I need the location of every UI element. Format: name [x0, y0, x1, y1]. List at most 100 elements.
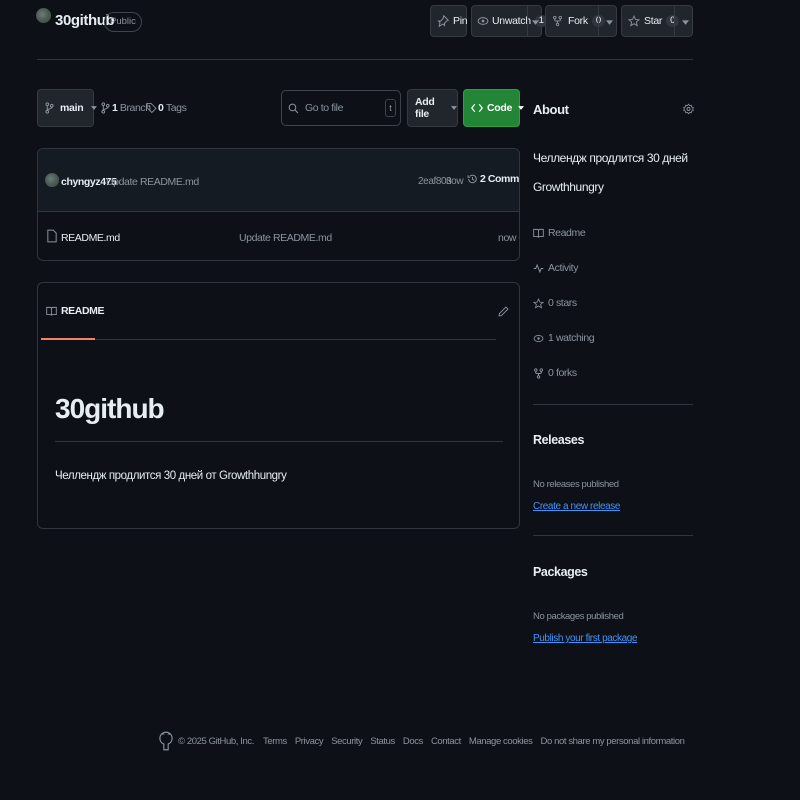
about-stat-label: Readme: [548, 227, 586, 239]
readme-body: Челлендж продлится 30 дней от Growthhung…: [55, 470, 287, 482]
fork-label: Fork: [568, 15, 588, 27]
footer-link-terms[interactable]: Terms: [263, 736, 287, 747]
releases-title[interactable]: Releases: [533, 433, 584, 447]
header-divider: [37, 59, 693, 60]
author-avatar[interactable]: [45, 173, 59, 187]
branch-icon: [101, 102, 110, 114]
footer-link-docs[interactable]: Docs: [403, 736, 423, 747]
history-icon: [467, 174, 477, 184]
branches-count: 1: [112, 102, 118, 114]
readme-heading-rule: [55, 441, 503, 442]
sidebar-divider: [533, 404, 693, 405]
commit-time: now: [446, 176, 464, 187]
footer-link-security[interactable]: Security: [331, 736, 363, 747]
chevron-down-icon[interactable]: [606, 20, 613, 25]
keyboard-shortcut-hint: t: [385, 99, 396, 117]
file-name[interactable]: README.md: [61, 232, 120, 244]
go-to-file-input[interactable]: Go to file t: [281, 90, 401, 126]
commit-message[interactable]: Update README.md: [106, 176, 199, 188]
tag-icon: [146, 103, 157, 114]
readme-tab[interactable]: README: [46, 305, 105, 317]
tags-count: 0: [158, 102, 164, 114]
book-icon: [46, 306, 57, 316]
about-description-line2: Growthhungry: [533, 180, 604, 194]
pin-button[interactable]: Pin: [430, 5, 468, 37]
file-browser: chyngyz475 Update README.md 2eaf803 · no…: [37, 148, 520, 261]
star-icon: [628, 15, 640, 27]
gear-icon[interactable]: [683, 102, 694, 116]
chevron-down-icon: [451, 106, 457, 110]
star-button[interactable]: Star 0: [621, 5, 693, 37]
releases-empty-text: No releases published: [533, 479, 619, 490]
branch-icon: [45, 102, 54, 114]
pin-icon: [437, 15, 449, 27]
fork-button[interactable]: Fork 0: [545, 5, 617, 37]
commits-label: Commits: [487, 173, 519, 185]
about-stat-label: 0 stars: [548, 297, 577, 309]
about-stat-watching[interactable]: 1 watching: [533, 332, 595, 344]
create-release-link[interactable]: Create a new release: [533, 501, 620, 512]
readme-box: README 30github Челлендж продлится 30 дн…: [37, 282, 520, 529]
star-label: Star: [644, 15, 663, 27]
unwatch-label: Unwatch: [492, 15, 531, 27]
repo-header: 30github Public Pin Unwatch 1 Fork 0 Sta…: [0, 0, 800, 60]
pin-label: Pin: [453, 15, 468, 27]
file-commit-message[interactable]: Update README.md: [239, 232, 332, 244]
publish-package-link[interactable]: Publish your first package: [533, 633, 638, 644]
about-stat-label: Activity: [548, 262, 579, 274]
fork-icon: [534, 367, 543, 379]
unwatch-button[interactable]: Unwatch 1: [471, 5, 548, 37]
search-icon: [288, 103, 299, 113]
code-button[interactable]: Code: [463, 89, 525, 127]
footer-link-do-not-share[interactable]: Do not share my personal information: [540, 736, 684, 747]
packages-title[interactable]: Packages: [533, 565, 588, 579]
tags-label: Tags: [165, 102, 187, 114]
pulse-icon: [533, 263, 544, 273]
readme-tab-divider: [95, 339, 496, 340]
github-logo-icon[interactable]: [159, 730, 173, 752]
star-icon: [533, 297, 544, 309]
about-stat-readme[interactable]: Readme: [533, 227, 586, 239]
about-title: About: [533, 102, 569, 117]
packages-empty-text: No packages published: [533, 611, 624, 622]
about-stat-activity[interactable]: Activity: [533, 262, 578, 274]
branches-link[interactable]: 1 Branch: [101, 102, 151, 114]
commits-link[interactable]: 2 Commits: [467, 173, 519, 185]
commits-count: 2: [480, 173, 486, 185]
about-description-line1: Челлендж продлится 30 дней: [533, 151, 688, 165]
footer: © 2025 GitHub, Inc. Terms Privacy Securi…: [159, 730, 685, 752]
edit-pencil-icon[interactable]: [498, 305, 509, 318]
footer-link-manage-cookies[interactable]: Manage cookies: [469, 736, 533, 747]
about-stat-forks[interactable]: 0 forks: [533, 367, 577, 379]
footer-link-privacy[interactable]: Privacy: [295, 736, 324, 747]
chevron-down-icon: [518, 106, 525, 110]
about-stat-label: 0 forks: [548, 367, 577, 379]
latest-commit-bar: chyngyz475 Update README.md 2eaf803 · no…: [38, 149, 519, 212]
eye-icon: [477, 17, 489, 25]
branch-selector[interactable]: main: [37, 89, 98, 127]
add-file-label: Add file: [415, 96, 435, 120]
file-row[interactable]: README.md Update README.md now: [38, 213, 519, 260]
owner-avatar[interactable]: [36, 8, 51, 23]
readme-heading: 30github: [55, 393, 165, 424]
fork-icon: [553, 15, 562, 27]
about-stat-stars[interactable]: 0 stars: [533, 297, 577, 309]
chevron-down-icon[interactable]: [682, 20, 689, 25]
tags-link[interactable]: 0 Tags: [146, 102, 187, 114]
sidebar-divider: [533, 535, 693, 536]
readme-tab-label: README: [61, 305, 105, 317]
readme-tab-underline: [41, 338, 95, 340]
star-count: 0: [666, 15, 680, 27]
code-label: Code: [487, 102, 513, 114]
visibility-badge: Public: [104, 12, 142, 32]
file-icon: [47, 229, 57, 243]
chevron-down-icon[interactable]: [532, 20, 539, 25]
eye-icon: [533, 334, 544, 342]
code-icon: [471, 103, 483, 113]
footer-link-contact[interactable]: Contact: [431, 736, 461, 747]
footer-link-status[interactable]: Status: [370, 736, 395, 747]
add-file-button[interactable]: Add file: [407, 89, 458, 127]
go-to-file-placeholder: Go to file: [305, 102, 344, 114]
chevron-down-icon: [91, 106, 98, 110]
branch-name: main: [60, 102, 84, 114]
